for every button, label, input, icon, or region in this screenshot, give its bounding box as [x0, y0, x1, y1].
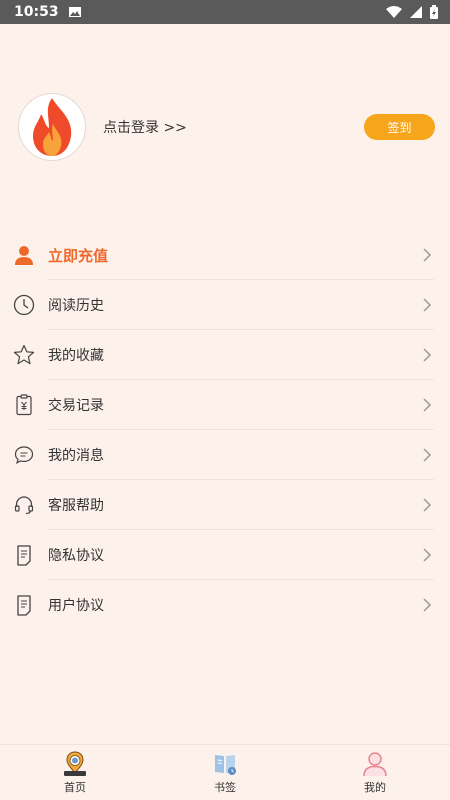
star-icon	[13, 344, 35, 365]
chevron-right-icon	[423, 448, 432, 462]
home-icon	[64, 751, 86, 776]
chevron-right-icon	[423, 348, 432, 362]
profile-header: 点击登录 >> 签到	[18, 93, 435, 163]
checkin-button[interactable]: 签到	[364, 114, 435, 140]
document-icon	[17, 545, 31, 566]
menu-item-label: 交易记录	[48, 398, 104, 414]
battery-icon	[430, 5, 438, 19]
profile-icon	[363, 752, 387, 777]
user-icon	[15, 246, 33, 265]
menu-item-label: 我的收藏	[48, 348, 104, 364]
menu-item-label: 阅读历史	[48, 298, 104, 314]
menu-item-recharge[interactable]: 立即充值	[0, 230, 450, 280]
tab-label: 首页	[64, 781, 86, 794]
chevron-right-icon	[423, 598, 432, 612]
chevron-right-icon	[423, 398, 432, 412]
avatar[interactable]	[18, 93, 86, 161]
message-icon	[14, 446, 34, 464]
chevron-right-icon	[423, 548, 432, 562]
menu-item-label: 我的消息	[48, 448, 104, 464]
receipt-icon	[16, 394, 32, 416]
tab-label: 我的	[364, 781, 386, 794]
tab-label: 书签	[214, 781, 236, 794]
flame-avatar-icon	[33, 98, 72, 156]
status-time: 10:53	[14, 4, 59, 20]
menu-item-favorites[interactable]: 我的收藏	[0, 330, 450, 380]
menu-item-label: 客服帮助	[48, 498, 104, 514]
menu-item-transactions[interactable]: 交易记录	[0, 380, 450, 430]
clock-icon	[13, 294, 35, 316]
chevron-right-icon	[423, 298, 432, 312]
menu-item-privacy-policy[interactable]: 隐私协议	[0, 530, 450, 580]
menu-list: 立即充值 阅读历史 我的收藏 交易记录 我的消息 客服帮助 隐私协议 用户协议	[0, 230, 450, 630]
status-bar: 10:53	[0, 0, 450, 24]
tab-home[interactable]: 首页	[40, 751, 110, 795]
tab-bookmark[interactable]: 书签	[190, 751, 260, 795]
bookmark-icon	[215, 755, 236, 775]
menu-item-label: 隐私协议	[48, 548, 104, 564]
signal-icon	[410, 6, 422, 18]
chevron-right-icon	[423, 248, 432, 262]
menu-item-label: 立即充值	[48, 246, 109, 265]
menu-item-label: 用户协议	[48, 598, 104, 614]
bottom-tab-bar: 首页 书签 我的	[0, 744, 450, 800]
menu-item-user-agreement[interactable]: 用户协议	[0, 580, 450, 630]
chevron-right-icon	[423, 498, 432, 512]
image-notification-icon	[68, 7, 81, 17]
headset-icon	[14, 496, 34, 515]
menu-item-customer-service[interactable]: 客服帮助	[0, 480, 450, 530]
wifi-icon	[386, 6, 402, 18]
menu-item-reading-history[interactable]: 阅读历史	[0, 280, 450, 330]
document-icon	[17, 595, 31, 616]
menu-item-messages[interactable]: 我的消息	[0, 430, 450, 480]
tab-profile[interactable]: 我的	[340, 751, 410, 795]
login-link[interactable]: 点击登录 >>	[103, 117, 187, 137]
